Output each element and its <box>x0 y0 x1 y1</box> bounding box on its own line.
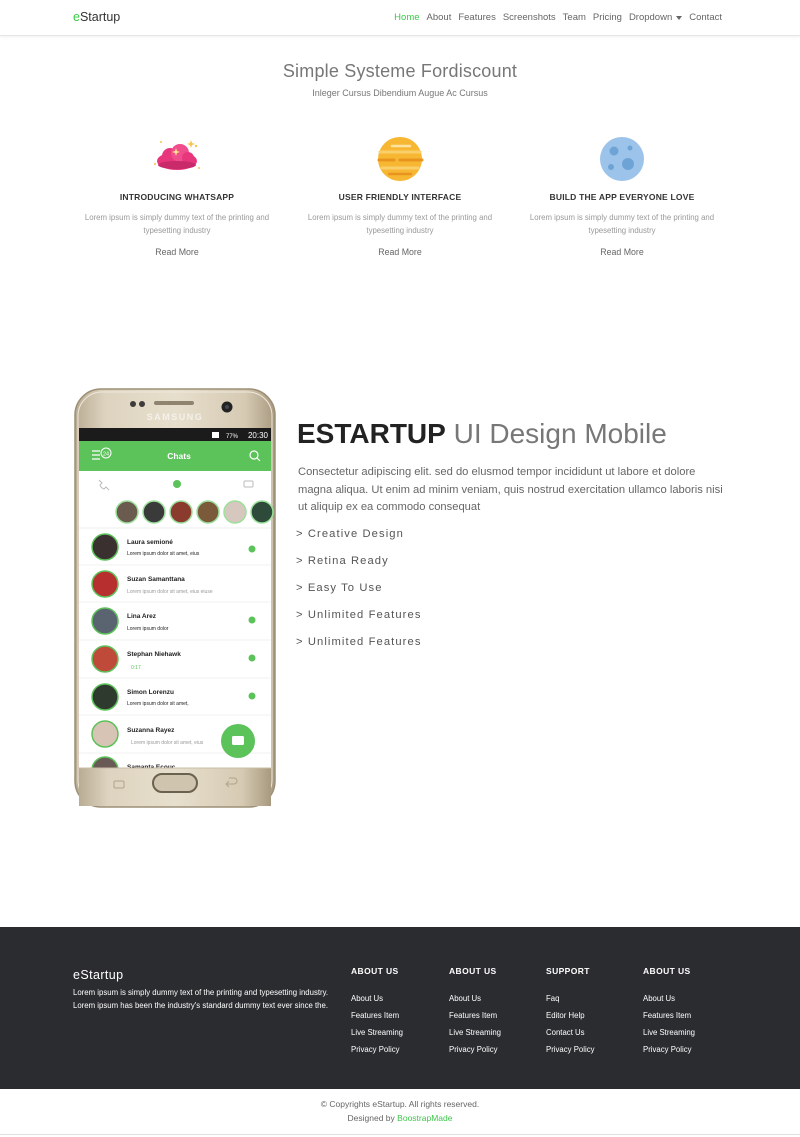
feature-title: USER FRIENDLY INTERFACE <box>338 192 462 202</box>
status-battery: 77% <box>226 434 239 440</box>
status-time: 20:30 <box>248 431 269 440</box>
nav-contact[interactable]: Contact <box>689 12 722 23</box>
contact-name: Suzan Samanttana <box>127 576 185 583</box>
feature-desc: Lorem ipsum is simply dummy text of the … <box>529 213 715 235</box>
brand-logo-accent: e <box>73 10 80 24</box>
feature-card: INTRODUCING WHATSAPP Lorem ipsum is simp… <box>72 134 282 260</box>
brand-logo-text: Startup <box>79 10 121 24</box>
feature-desc: Lorem ipsum is simply dummy text of the … <box>307 213 493 235</box>
copyright-bar: © Copyrights eStartup. All rights reserv… <box>0 1097 800 1125</box>
footer-link[interactable]: Privacy Policy <box>643 1045 695 1062</box>
nav-about[interactable]: About <box>427 12 452 23</box>
read-more-link[interactable]: Read More <box>600 247 644 257</box>
footer-link[interactable]: Features Item <box>643 1011 695 1028</box>
about-title: ESTARTUP UI Design Mobile <box>297 418 667 450</box>
footer-column: SUPPORT Faq Editor Help Contact Us Priva… <box>546 966 595 1062</box>
unread-badge: 24 <box>103 452 109 458</box>
section-title: Simple Systeme Fordiscount <box>282 61 518 81</box>
contact-msg: Lorem ipsum dolor <box>127 626 169 632</box>
nav-menu: Home About Features Screenshots Team Pri… <box>387 12 722 23</box>
footer: eStartup Lorem ipsum is simply dummy tex… <box>0 927 800 1089</box>
footer-link[interactable]: Live Streaming <box>351 1028 403 1045</box>
nav-pricing[interactable]: Pricing <box>593 12 622 23</box>
feature-list-item: > Creative Design <box>296 528 404 540</box>
contact-msg: Lorem ipsum dolor sit amet, eius <box>127 551 200 557</box>
footer-column: ABOUT US About Us Features Item Live Str… <box>449 966 501 1062</box>
contact-name: Lina Arez <box>127 613 157 620</box>
read-more-link[interactable]: Read More <box>378 247 422 257</box>
footer-link[interactable]: About Us <box>351 994 403 1011</box>
contact-name: Simon Lorenzu <box>127 689 174 696</box>
phone-mockup: SAMSUNG 20:30 77% 24 Chats Laura semioné <box>74 388 276 808</box>
footer-link[interactable]: Privacy Policy <box>449 1045 501 1062</box>
nav-features[interactable]: Features <box>458 12 496 23</box>
feature-title: BUILD THE APP EVERYONE LOVE <box>549 192 695 202</box>
nav-dropdown[interactable]: Dropdown <box>628 12 683 23</box>
copyright-text: © Copyrights eStartup. All rights reserv… <box>320 1099 480 1109</box>
contact-msg: 0:17 <box>131 665 141 671</box>
footer-brand: eStartup <box>73 968 124 982</box>
navbar: eStartup Home About Features Screenshots… <box>0 0 800 36</box>
moon-icon <box>592 134 652 184</box>
footer-link[interactable]: About Us <box>449 994 501 1011</box>
footer-column: ABOUT US About Us Features Item Live Str… <box>643 966 695 1062</box>
cloud-icon <box>147 134 207 184</box>
feature-card: BUILD THE APP EVERYONE LOVE Lorem ipsum … <box>517 134 727 260</box>
section-subtitle: Inleger Cursus Dibendium Augue Ac Cursus <box>312 88 488 98</box>
footer-link[interactable]: Features Item <box>351 1011 403 1028</box>
footer-link[interactable]: Privacy Policy <box>351 1045 403 1062</box>
contact-msg: Lorem ipsum dolor sit amet, <box>127 701 189 707</box>
brand-logo[interactable]: eStartup <box>73 10 120 24</box>
designed-by-prefix: Designed by <box>347 1113 395 1123</box>
footer-link[interactable]: About Us <box>643 994 695 1011</box>
caret-down-icon <box>676 15 683 20</box>
bottom-divider <box>0 1134 800 1135</box>
feature-list-item: > Unlimited Features <box>296 636 422 648</box>
footer-column-title: ABOUT US <box>449 966 497 976</box>
contact-msg: Lorem ipsum dolor sit amet, eius <box>131 740 204 746</box>
chats-title: Chats <box>167 451 191 461</box>
nav-team[interactable]: Team <box>563 12 586 23</box>
read-more-link[interactable]: Read More <box>155 247 199 257</box>
footer-column-title: SUPPORT <box>546 966 590 976</box>
nav-screenshots[interactable]: Screenshots <box>503 12 556 23</box>
feature-title: INTRODUCING WHATSAPP <box>119 192 235 202</box>
about-title-bold: ESTARTUP <box>297 418 446 449</box>
nav-home[interactable]: Home <box>394 12 419 23</box>
contact-name: Stephan Niehawk <box>127 651 181 658</box>
designed-by: Designed by BoostrapMade <box>0 1111 800 1125</box>
footer-link[interactable]: Live Streaming <box>643 1028 695 1045</box>
nav-dropdown-label: Dropdown <box>628 12 673 23</box>
feature-list: > Creative Design > Retina Ready > Easy … <box>296 528 422 663</box>
about-title-light: UI Design Mobile <box>453 418 667 449</box>
footer-link[interactable]: Live Streaming <box>449 1028 501 1045</box>
feature-card: USER FRIENDLY INTERFACE Lorem ipsum is s… <box>295 134 505 260</box>
designer-link[interactable]: BoostrapMade <box>397 1113 452 1123</box>
feature-list-item: > Retina Ready <box>296 555 389 567</box>
footer-link[interactable]: Features Item <box>449 1011 501 1028</box>
footer-column: ABOUT US About Us Features Item Live Str… <box>351 966 403 1062</box>
contact-name: Laura semioné <box>127 539 173 546</box>
footer-link[interactable]: Privacy Policy <box>546 1045 595 1062</box>
planet-icon <box>370 134 430 184</box>
footer-link[interactable]: Editor Help <box>546 1011 595 1028</box>
contact-name: Suzanna Rayez <box>127 727 175 734</box>
contact-msg: Lorem ipsum dolor sit amet, eius eiuse <box>127 589 213 595</box>
feature-list-item: > Easy To Use <box>296 582 383 594</box>
feature-desc: Lorem ipsum is simply dummy text of the … <box>84 213 270 235</box>
footer-link[interactable]: Contact Us <box>546 1028 595 1045</box>
about-description: Consectetur adipiscing elit. sed do elus… <box>298 466 723 513</box>
phone-brand: SAMSUNG <box>147 412 204 422</box>
footer-description: Lorem ipsum is simply dummy text of the … <box>73 988 329 1010</box>
footer-column-title: ABOUT US <box>643 966 691 976</box>
footer-link[interactable]: Faq <box>546 994 595 1011</box>
feature-list-item: > Unlimited Features <box>296 609 422 621</box>
footer-column-title: ABOUT US <box>351 966 399 976</box>
